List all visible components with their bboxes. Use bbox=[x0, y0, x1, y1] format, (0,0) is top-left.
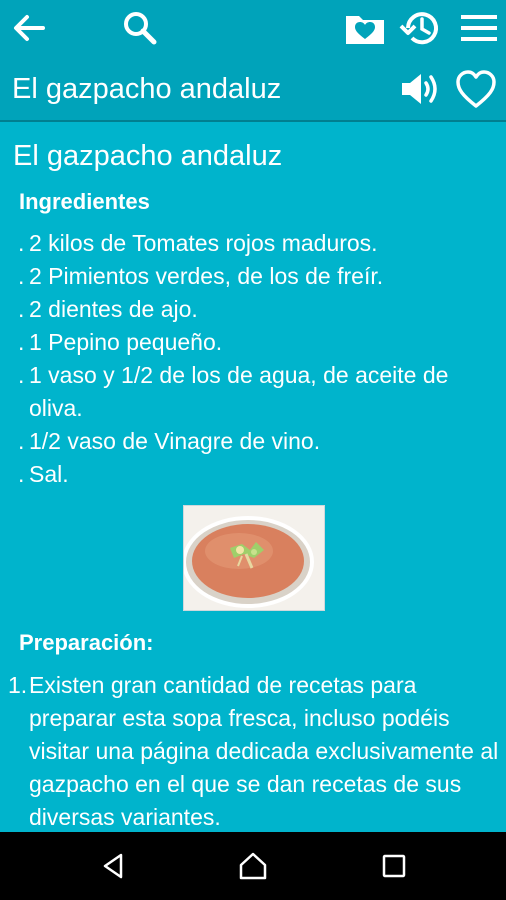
ingredient-item: . 1 vaso y 1/2 de los de agua, de aceite… bbox=[18, 359, 502, 425]
search-icon bbox=[124, 12, 157, 45]
ingredient-text: 2 dientes de ajo. bbox=[29, 296, 198, 322]
hamburger-menu-icon bbox=[461, 15, 497, 41]
favorites-button[interactable] bbox=[341, 4, 389, 52]
recipe-title: El gazpacho andaluz bbox=[13, 140, 283, 172]
nav-recents-button[interactable] bbox=[370, 842, 418, 890]
gazpacho-image bbox=[184, 506, 324, 610]
heart-outline-icon bbox=[456, 70, 496, 108]
ingredients-list: . 2 kilos de Tomates rojos maduros. . 2 … bbox=[18, 227, 502, 491]
gazpacho-bowl-photo[interactable] bbox=[183, 505, 325, 611]
menu-button[interactable] bbox=[455, 4, 503, 52]
nav-back-triangle-icon bbox=[103, 853, 123, 879]
system-navigation-bar bbox=[0, 832, 506, 900]
nav-home-icon bbox=[239, 852, 267, 880]
bullet: . bbox=[18, 296, 25, 322]
preparation-heading: Preparación: bbox=[19, 630, 154, 655]
ingredient-item: . Sal. bbox=[18, 458, 502, 491]
ingredient-text: Sal. bbox=[29, 461, 69, 487]
top-toolbar bbox=[0, 0, 506, 56]
preparation-steps: 1. Existen gran cantidad de recetas para… bbox=[8, 669, 502, 832]
folder-heart-icon bbox=[346, 16, 384, 44]
ingredient-text: 1 vaso y 1/2 de los de agua, de aceite d… bbox=[29, 362, 449, 421]
nav-recents-square-icon bbox=[382, 854, 406, 878]
history-icon bbox=[399, 12, 438, 45]
recipe-content[interactable]: El gazpacho andaluz Ingredientes . 2 kil… bbox=[0, 124, 506, 832]
bullet: . bbox=[18, 263, 25, 289]
nav-home-button[interactable] bbox=[229, 842, 277, 890]
bullet: . bbox=[18, 428, 25, 454]
favorite-toggle-button[interactable] bbox=[451, 64, 501, 114]
ingredient-item: . 1/2 vaso de Vinagre de vino. bbox=[18, 425, 502, 458]
speak-button[interactable] bbox=[395, 64, 445, 114]
ingredient-text: 2 kilos de Tomates rojos maduros. bbox=[29, 230, 378, 256]
back-button[interactable] bbox=[5, 4, 53, 52]
bullet: . bbox=[18, 230, 25, 256]
history-button[interactable] bbox=[397, 4, 445, 52]
step-item: 1. Existen gran cantidad de recetas para… bbox=[8, 669, 502, 832]
step-number: 1. bbox=[8, 672, 28, 698]
page-title: El gazpacho andaluz bbox=[12, 73, 282, 105]
step-text: Existen gran cantidad de recetas para pr… bbox=[29, 672, 499, 830]
bullet: . bbox=[18, 329, 25, 355]
ingredient-item: . 1 Pepino pequeño. bbox=[18, 326, 502, 359]
ingredient-text: 1 Pepino pequeño. bbox=[29, 329, 223, 355]
title-bar: El gazpacho andaluz bbox=[0, 56, 506, 122]
ingredient-item: . 2 kilos de Tomates rojos maduros. bbox=[18, 227, 502, 260]
ingredient-item: . 2 Pimientos verdes, de los de freír. bbox=[18, 260, 502, 293]
speaker-icon bbox=[402, 74, 437, 104]
ingredient-text: 1/2 vaso de Vinagre de vino. bbox=[29, 428, 321, 454]
arrow-left-icon bbox=[14, 15, 45, 41]
ingredient-text: 2 Pimientos verdes, de los de freír. bbox=[29, 263, 384, 289]
search-button[interactable] bbox=[116, 4, 164, 52]
bullet: . bbox=[18, 362, 25, 388]
nav-back-button[interactable] bbox=[90, 842, 138, 890]
ingredients-heading: Ingredientes bbox=[19, 189, 150, 214]
bullet: . bbox=[18, 461, 25, 487]
ingredient-item: . 2 dientes de ajo. bbox=[18, 293, 502, 326]
